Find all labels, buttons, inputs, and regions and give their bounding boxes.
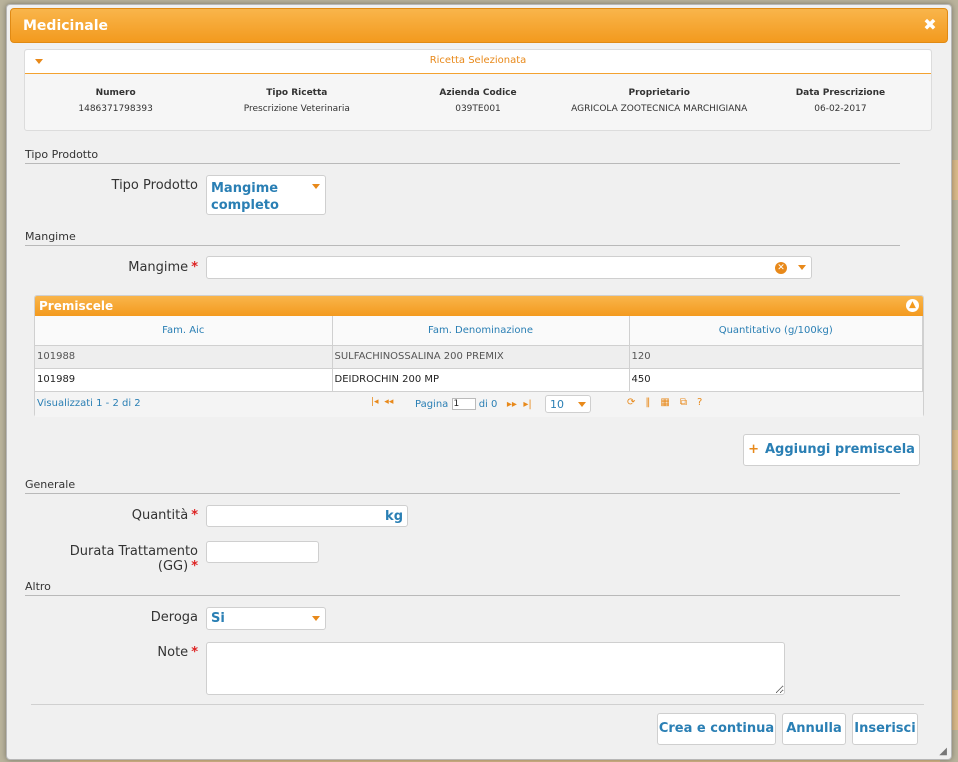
footer-divider: [31, 704, 924, 705]
help-icon[interactable]: ?: [697, 397, 712, 408]
annulla-button[interactable]: Annulla: [782, 713, 846, 745]
pager-info: Visualizzati 1 - 2 di 2: [37, 397, 141, 409]
note-textarea[interactable]: [206, 642, 785, 695]
inserisci-button[interactable]: Inserisci: [852, 713, 918, 745]
section-mangime: Mangime: [25, 230, 900, 246]
quantita-label: Quantità *: [131, 508, 198, 523]
ricetta-panel-header[interactable]: Ricetta Selezionata: [25, 50, 931, 74]
chevron-down-icon: [312, 616, 320, 621]
note-label: Note *: [157, 645, 198, 660]
resize-handle-icon[interactable]: ◢: [939, 746, 947, 757]
refresh-icon[interactable]: ⟳: [627, 397, 645, 408]
durata-label: Durata Trattamento (GG) *: [69, 544, 198, 574]
ricetta-data-prescrizione: Data Prescrizione 06-02-2017: [795, 88, 886, 114]
columns-icon[interactable]: ‖: [645, 397, 660, 408]
ricetta-panel-title: Ricetta Selezionata: [429, 55, 527, 66]
premiscele-grid: Premiscele ▲ Fam. Aic Fam. Denominazione…: [34, 295, 924, 417]
rows-per-page-select[interactable]: 10: [545, 394, 591, 413]
column-header-fam-aic[interactable]: Fam. Aic: [35, 316, 333, 346]
collapse-triangle-icon[interactable]: [35, 59, 43, 64]
chevron-down-icon: [798, 265, 806, 270]
column-header-fam-denominazione[interactable]: Fam. Denominazione: [332, 316, 630, 346]
ricetta-proprietario: Proprietario AGRICOLA ZOOTECNICA MARCHIG…: [571, 88, 748, 114]
section-altro: Altro: [25, 580, 900, 596]
pager-first-prev: |◂ ◂◂: [371, 397, 393, 407]
export-icon[interactable]: ⧉: [680, 397, 697, 408]
quantita-input[interactable]: kg: [206, 505, 408, 527]
table-row[interactable]: 101988 SULFACHINOSSALINA 200 PREMIX 120: [35, 345, 923, 369]
section-tipo-prodotto: Tipo Prodotto: [25, 148, 900, 164]
premiscele-table: Fam. Aic Fam. Denominazione Quantitativo…: [35, 316, 923, 392]
deroga-label: Deroga: [150, 610, 198, 625]
collapse-up-icon[interactable]: ▲: [906, 299, 919, 312]
ricetta-numero: Numero 1486371798393: [78, 88, 153, 114]
mangime-label: Mangime *: [128, 260, 198, 275]
quantita-unit: kg: [385, 509, 403, 524]
next-page-icon[interactable]: ▸▸: [507, 399, 517, 410]
mangime-select[interactable]: ✕: [206, 256, 812, 279]
premiscele-title-bar: Premiscele ▲: [35, 296, 923, 316]
medicinale-dialog: Medicinale ✖ Ricetta Selezionata Numero …: [6, 4, 952, 760]
grid-pager: Visualizzati 1 - 2 di 2 |◂ ◂◂ Pagina 1 d…: [35, 391, 923, 417]
deroga-select[interactable]: Si: [206, 607, 326, 630]
prev-page-icon[interactable]: ◂◂: [384, 397, 393, 407]
column-header-quantitativo[interactable]: Quantitativo (g/100kg): [629, 316, 923, 346]
clear-icon[interactable]: ✕: [775, 262, 787, 274]
ricetta-azienda-codice: Azienda Codice 039TE001: [439, 88, 517, 114]
plus-icon: +: [748, 442, 759, 457]
ricetta-tipo: Tipo Ricetta Prescrizione Veterinaria: [243, 88, 350, 114]
first-page-icon[interactable]: |◂: [371, 397, 379, 407]
aggiungi-premiscela-button[interactable]: + Aggiungi premiscela: [743, 434, 920, 466]
chevron-down-icon: [578, 401, 586, 407]
section-generale: Generale: [25, 478, 900, 494]
durata-input[interactable]: [206, 541, 319, 563]
crea-e-continua-button[interactable]: Crea e continua: [657, 713, 776, 745]
grid-icon[interactable]: ▦: [660, 397, 679, 408]
table-row[interactable]: 101989 DEIDROCHIN 200 MP 450: [35, 368, 923, 392]
ricetta-selezionata-panel: Ricetta Selezionata Numero 1486371798393…: [24, 49, 932, 131]
last-page-icon[interactable]: ▸|: [523, 399, 531, 410]
close-icon[interactable]: ✖: [922, 17, 938, 33]
tipo-prodotto-label: Tipo Prodotto: [111, 178, 198, 193]
dialog-title: Medicinale: [23, 17, 109, 34]
chevron-down-icon: [312, 184, 320, 189]
dialog-titlebar[interactable]: Medicinale ✖: [10, 8, 948, 43]
tipo-prodotto-select[interactable]: Mangime completo: [206, 175, 326, 215]
page-input[interactable]: 1: [451, 397, 476, 410]
pager-tools: ⟳‖▦⧉?: [627, 397, 712, 408]
pager-page: Pagina 1 di 0 ▸▸ ▸|: [415, 397, 532, 410]
